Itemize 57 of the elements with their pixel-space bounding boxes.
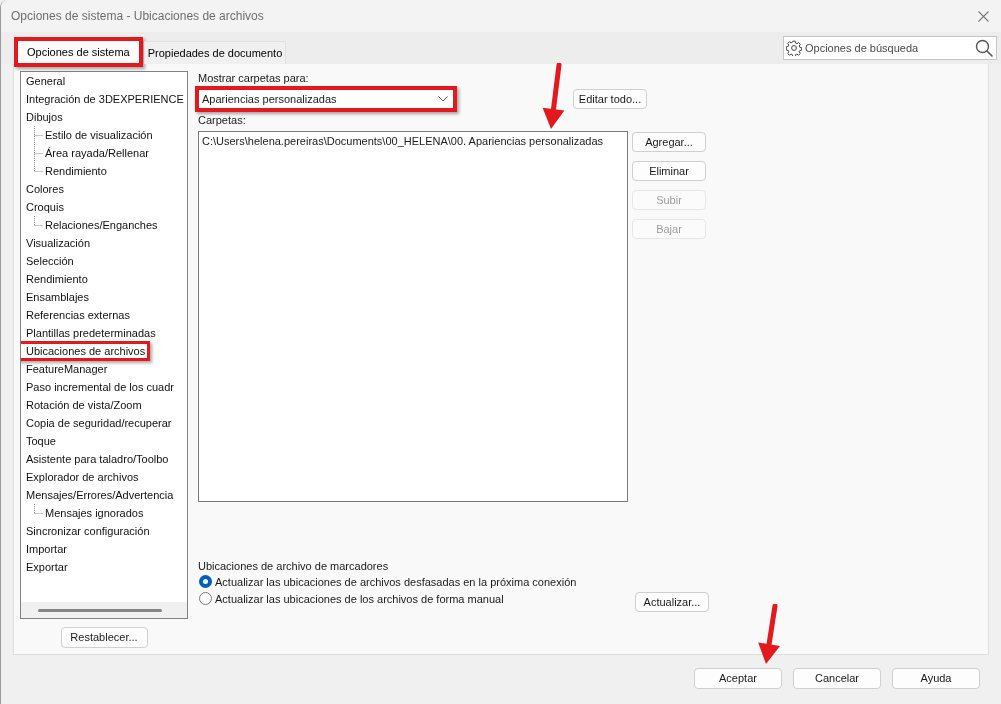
tree-item[interactable]: Plantillas predeterminadas	[26, 326, 156, 340]
tree-item[interactable]: Rotación de vista/Zoom	[26, 398, 142, 412]
gear-icon	[786, 40, 802, 56]
tree-item[interactable]: Exportar	[26, 560, 68, 574]
field-label: Carpetas:	[198, 113, 246, 127]
dropdown-value: Apariencias personalizadas	[202, 92, 337, 106]
dialog-button[interactable]: Aceptar	[694, 668, 782, 689]
tree-item[interactable]: Referencias externas	[26, 308, 130, 322]
update-button[interactable]: Actualizar...	[635, 592, 709, 612]
field-label: Mostrar carpetas para:	[198, 71, 309, 85]
tree-item[interactable]: Toque	[26, 434, 56, 448]
tree-item[interactable]: Relaciones/Enganches	[45, 218, 158, 232]
radio-label[interactable]: Actualizar las ubicaciones de los archivos de forma manual	[215, 591, 504, 606]
tree-item[interactable]: FeatureManager	[26, 362, 108, 376]
tree-item[interactable]: Estilo de visualización	[45, 128, 153, 142]
tree-item[interactable]: Visualización	[26, 236, 90, 250]
tree-item[interactable]: Rendimiento	[45, 164, 107, 178]
search-field[interactable]: Opciones de búsqueda	[783, 36, 997, 60]
edit-all-button[interactable]: Editar todo...	[573, 89, 647, 109]
tree-branch-icon	[34, 216, 43, 226]
tree-item[interactable]: Ubicaciones de archivos	[26, 344, 146, 358]
window-title: Opciones de sistema - Ubicaciones de archivos	[11, 8, 264, 24]
folder-path[interactable]: C:\Users\helena.pereiras\Documents\00_HELENA\00. Apariencias personalizadas	[202, 135, 604, 147]
tree-item[interactable]: Asistente para taladro/Toolbo	[26, 452, 169, 466]
tree-item[interactable]: Integración de 3DEXPERIENCE	[26, 92, 184, 106]
dialog-button[interactable]: Cancelar	[793, 668, 881, 689]
tree-item[interactable]: General	[26, 74, 66, 88]
tree-item[interactable]: Mensajes/Errores/Advertencia	[26, 488, 174, 502]
tree-item[interactable]: Importar	[26, 542, 67, 556]
chevron-down-icon	[438, 96, 448, 102]
tree-item[interactable]: Sincronizar configuración	[26, 524, 150, 538]
section-title: Ubicaciones de archivo de marcadores	[198, 559, 389, 573]
tree-item[interactable]: Paso incremental de los cuadr	[26, 380, 174, 394]
search-icon	[975, 39, 993, 57]
dialog-button[interactable]: Ayuda	[892, 668, 980, 689]
list-action-button[interactable]: Eliminar	[632, 161, 706, 181]
tree-item[interactable]: Dibujos	[26, 110, 63, 124]
radio-button[interactable]	[199, 575, 212, 588]
tree-item[interactable]: Área rayada/Rellenar	[45, 146, 149, 160]
tree-item[interactable]: Explorador de archivos	[26, 470, 139, 484]
tree-item[interactable]: Ensamblajes	[26, 290, 89, 304]
tree-item[interactable]: Selección	[26, 254, 74, 268]
tree-branch-icon	[34, 126, 43, 144]
tree-item[interactable]: Copia de seguridad/recuperar	[26, 416, 172, 430]
close-icon	[977, 10, 989, 22]
tab[interactable]: Propiedades de documento	[143, 41, 287, 64]
tree-item[interactable]: Mensajes ignorados	[45, 506, 144, 520]
list-action-button[interactable]: Agregar...	[632, 132, 706, 152]
horizontal-scrollbar[interactable]	[21, 602, 187, 618]
tree-branch-icon	[34, 504, 43, 514]
tree-item[interactable]: Croquis	[26, 200, 64, 214]
tab[interactable]: Opciones de sistema	[17, 40, 140, 64]
radio-label[interactable]: Actualizar las ubicaciones de archivos desfasadas en la próxima conexión	[215, 574, 577, 589]
reset-button[interactable]: Restablecer...	[60, 627, 148, 648]
tree-item[interactable]: Colores	[26, 182, 64, 196]
radio-button[interactable]	[199, 592, 212, 605]
tree-item[interactable]: Rendimiento	[26, 272, 88, 286]
